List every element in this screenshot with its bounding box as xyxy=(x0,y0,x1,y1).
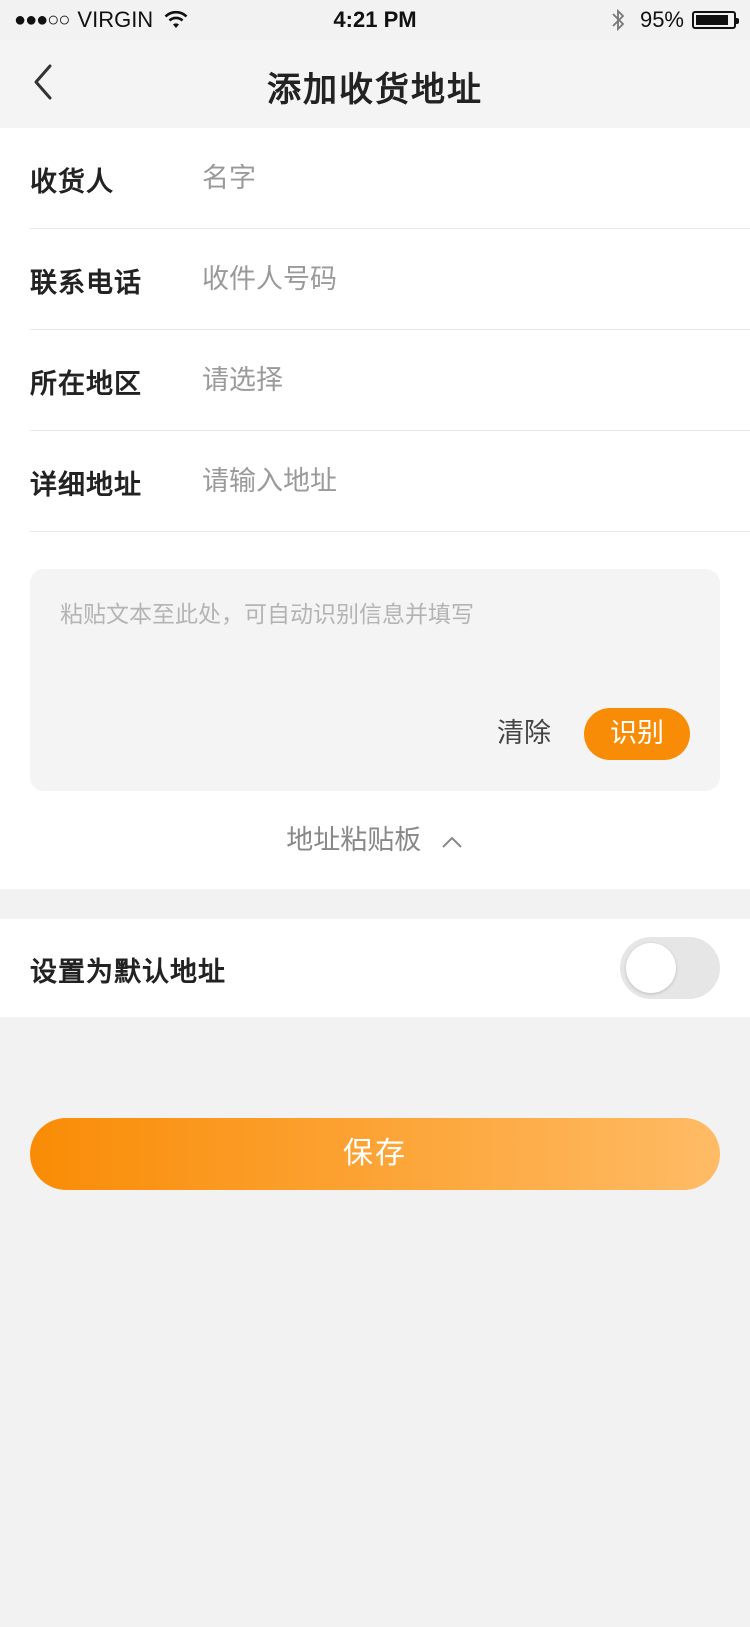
default-address-toggle[interactable] xyxy=(620,937,720,999)
default-address-row: 设置为默认地址 xyxy=(0,919,750,1017)
default-address-label: 设置为默认地址 xyxy=(30,957,226,988)
region-row[interactable]: 所在地区 xyxy=(30,330,750,431)
status-right: 95% xyxy=(610,7,739,33)
paste-textarea[interactable] xyxy=(60,595,690,695)
battery-percent: 95% xyxy=(639,7,684,32)
phone-label: 联系电话 xyxy=(30,268,142,299)
toggle-knob xyxy=(626,943,676,993)
page-title: 添加收货地址 xyxy=(267,70,483,110)
recipient-row: 收货人 xyxy=(30,128,750,229)
battery-icon xyxy=(692,11,739,29)
recipient-input[interactable] xyxy=(202,150,702,206)
phone-row: 联系电话 xyxy=(30,229,750,330)
bluetooth-icon xyxy=(612,8,625,32)
address-label: 详细地址 xyxy=(30,470,142,501)
address-form: 收货人 联系电话 所在地区 详细地址 清除 识别 地址粘贴板 xyxy=(0,128,750,889)
phone-input[interactable] xyxy=(202,251,702,307)
address-row: 详细地址 xyxy=(30,431,750,532)
recipient-label: 收货人 xyxy=(30,167,114,198)
recognize-button[interactable]: 识别 xyxy=(584,708,690,760)
save-button[interactable]: 保存 xyxy=(30,1118,720,1190)
status-bar: ●●●○○ VIRGIN 4:21 PM 95% xyxy=(0,0,750,40)
paste-box: 清除 识别 xyxy=(30,569,720,791)
battery-fill xyxy=(696,15,728,25)
clipboard-toggle[interactable]: 地址粘贴板 xyxy=(0,818,750,857)
clipboard-label: 地址粘贴板 xyxy=(286,825,422,856)
clear-button[interactable]: 清除 xyxy=(489,708,559,760)
region-label: 所在地区 xyxy=(30,369,142,400)
address-input[interactable] xyxy=(202,453,702,509)
region-select[interactable] xyxy=(202,352,702,408)
nav-bar: 添加收货地址 xyxy=(0,40,750,128)
chevron-up-icon xyxy=(442,836,462,848)
battery-tip xyxy=(736,18,739,24)
